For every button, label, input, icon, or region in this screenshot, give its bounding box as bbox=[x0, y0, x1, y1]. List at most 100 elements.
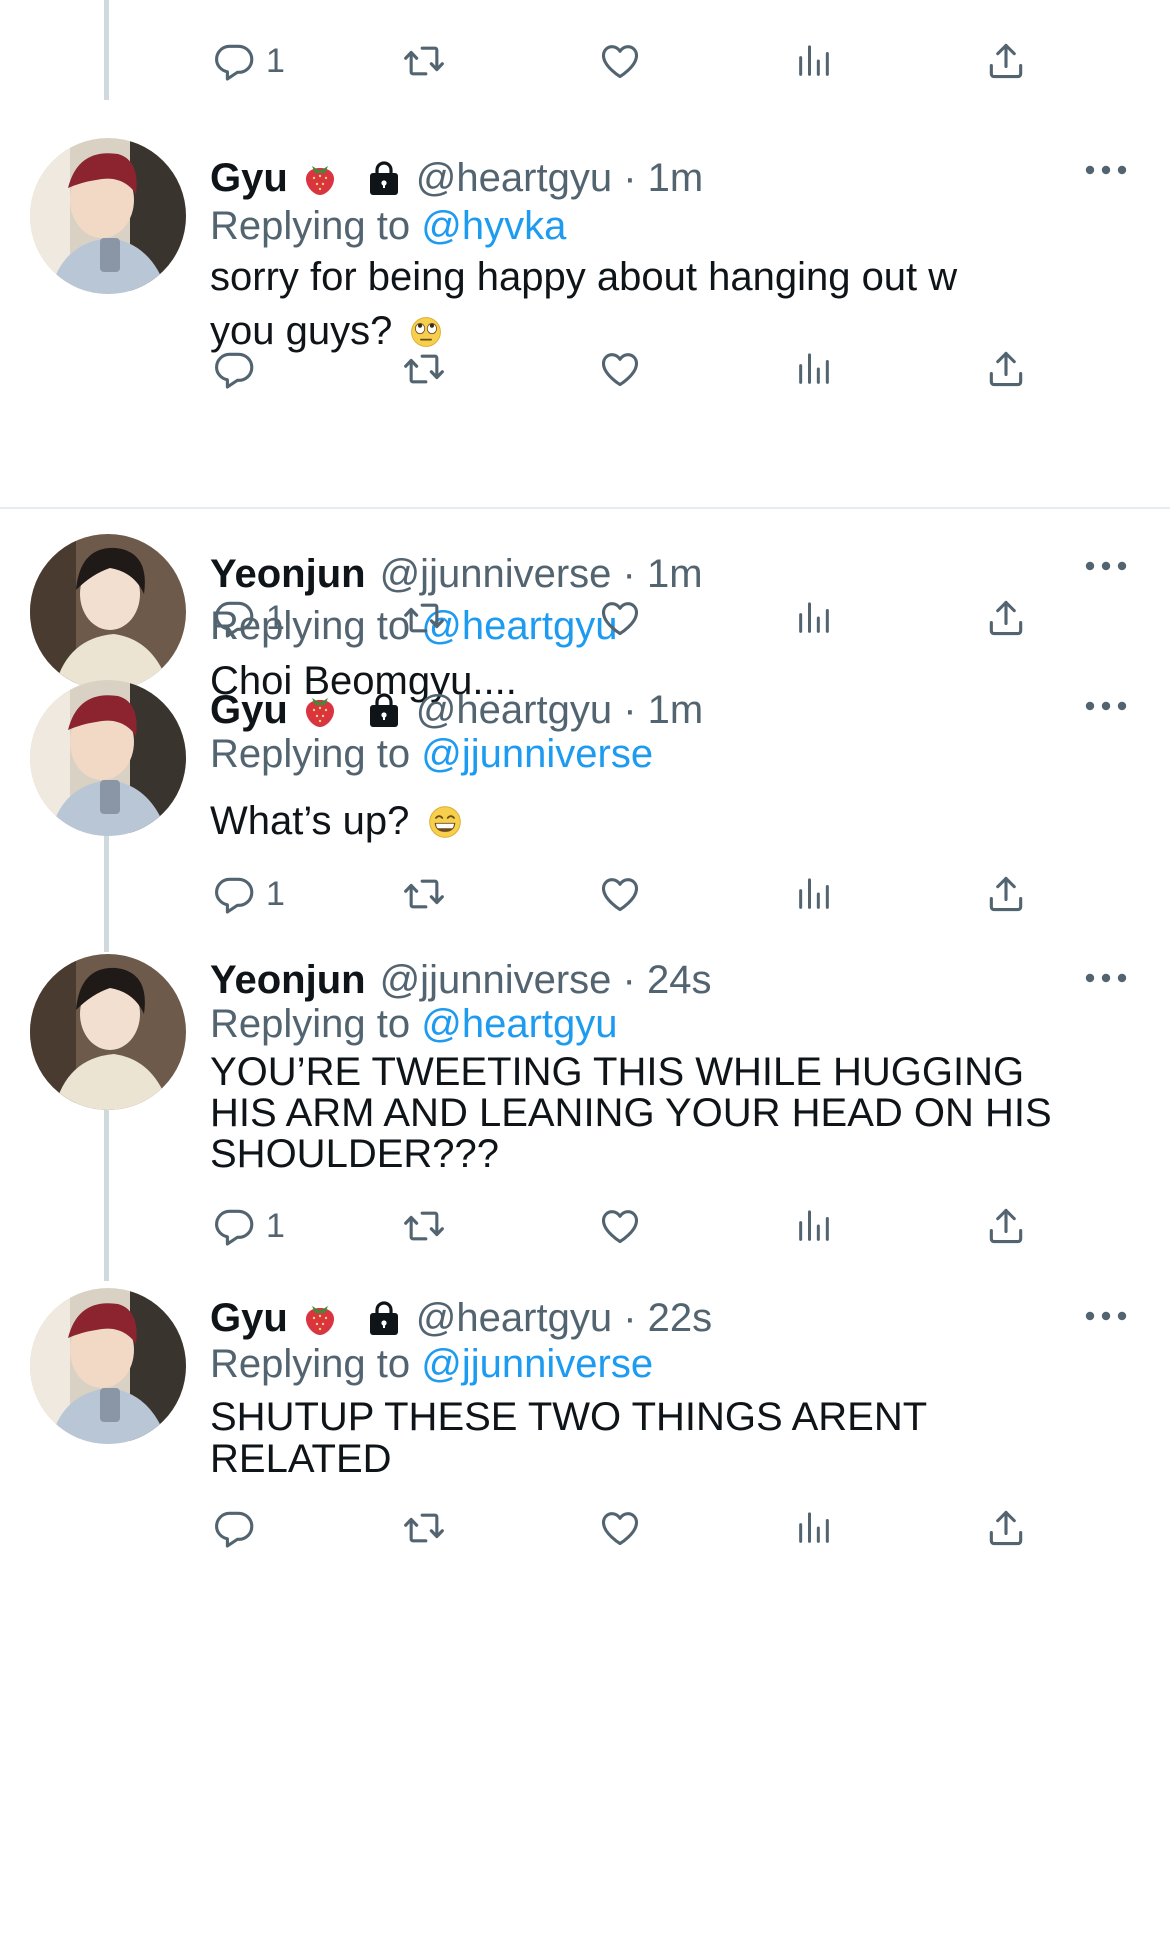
share-button[interactable] bbox=[984, 26, 1028, 96]
retweet-button[interactable] bbox=[402, 334, 446, 404]
share-icon bbox=[984, 872, 1028, 916]
divider bbox=[0, 507, 1170, 509]
tweet[interactable]: Yeonjun @jjunniverse · 24s Replying to @… bbox=[0, 946, 1170, 1186]
timestamp[interactable]: 1m bbox=[648, 156, 704, 201]
avatar[interactable] bbox=[30, 1288, 186, 1444]
retweet-button[interactable] bbox=[402, 859, 446, 929]
tweet-text: YOU’RE TWEETING THIS WHILE HUGGING HIS A… bbox=[210, 1052, 1110, 1175]
avatar-yeonjun-image bbox=[30, 954, 186, 1110]
like-button[interactable] bbox=[598, 583, 642, 653]
reply-icon bbox=[212, 872, 256, 916]
avatar[interactable] bbox=[30, 534, 186, 690]
avatar[interactable] bbox=[30, 680, 186, 836]
replying-to: Replying to @heartgyu bbox=[210, 998, 618, 1050]
share-icon bbox=[984, 1506, 1028, 1550]
reply-button[interactable]: 1 bbox=[212, 26, 285, 96]
separator-dot: · bbox=[612, 155, 648, 200]
views-button[interactable] bbox=[794, 1493, 834, 1563]
handle[interactable]: @heartgyu bbox=[416, 156, 612, 201]
reply-count: 1 bbox=[266, 41, 285, 80]
tweet[interactable]: Gyu @heartgyu · 22s Replying to @jjunniv… bbox=[0, 1282, 1170, 1502]
share-button[interactable] bbox=[984, 334, 1028, 404]
retweet-button[interactable] bbox=[402, 1493, 446, 1563]
share-icon bbox=[984, 347, 1028, 391]
separator-dot: · bbox=[612, 1295, 648, 1340]
replying-to-label: Replying to bbox=[210, 1342, 411, 1386]
like-button[interactable] bbox=[598, 26, 642, 96]
tweet[interactable]: Gyu @heartgyu · 1m Replying to @hyvka so… bbox=[0, 138, 1170, 508]
tweet-text-line: sorry for being happy about hanging out … bbox=[210, 255, 958, 299]
views-button[interactable] bbox=[794, 583, 834, 653]
like-button[interactable] bbox=[598, 1191, 642, 1261]
tweet-actions: 1 bbox=[200, 859, 1060, 929]
retweet-icon bbox=[402, 596, 446, 640]
more-icon[interactable] bbox=[1082, 162, 1130, 178]
stats-icon bbox=[794, 874, 834, 914]
avatar-gyu-image bbox=[30, 138, 186, 294]
lock-icon bbox=[364, 158, 404, 198]
views-button[interactable] bbox=[794, 1191, 834, 1261]
tweet-text-line: HIS ARM AND LEANING YOUR HEAD ON HIS bbox=[210, 1091, 1052, 1135]
more-icon[interactable] bbox=[1082, 1308, 1130, 1324]
avatar-yeonjun-image bbox=[30, 534, 186, 690]
views-button[interactable] bbox=[794, 859, 834, 929]
timestamp[interactable]: 22s bbox=[648, 1296, 713, 1341]
display-name[interactable]: Yeonjun bbox=[210, 958, 366, 1003]
tweet-actions bbox=[200, 334, 1060, 404]
heart-icon bbox=[598, 872, 642, 916]
replying-to-link[interactable]: @heartgyu bbox=[421, 1002, 617, 1046]
retweet-button[interactable] bbox=[402, 583, 446, 653]
strawberry-icon bbox=[300, 1298, 340, 1338]
display-name[interactable]: Gyu bbox=[210, 156, 288, 201]
strawberry-icon bbox=[300, 158, 340, 198]
retweet-icon bbox=[402, 1204, 446, 1248]
reply-count: 1 bbox=[266, 1206, 285, 1245]
heart-icon bbox=[598, 347, 642, 391]
handle[interactable]: @jjunniverse bbox=[380, 958, 612, 1003]
retweet-button[interactable] bbox=[402, 1191, 446, 1261]
share-icon bbox=[984, 1204, 1028, 1248]
replying-to-link[interactable]: @jjunniverse bbox=[421, 1342, 653, 1386]
like-button[interactable] bbox=[598, 859, 642, 929]
more-icon[interactable] bbox=[1082, 558, 1130, 574]
reply-button[interactable] bbox=[212, 334, 256, 404]
more-icon[interactable] bbox=[1082, 698, 1130, 714]
share-button[interactable] bbox=[984, 859, 1028, 929]
tweet-header: Gyu @heartgyu · 1m bbox=[210, 152, 703, 204]
handle[interactable]: @heartgyu bbox=[416, 1296, 612, 1341]
tweet[interactable]: Gyu @heartgyu · 1m Replying to @jjunnive… bbox=[0, 668, 1170, 868]
thread-line bbox=[104, 0, 109, 100]
share-button[interactable] bbox=[984, 1493, 1028, 1563]
tweet-header: Gyu @heartgyu · 22s bbox=[210, 1292, 712, 1344]
replying-to: Replying to @jjunniverse bbox=[210, 728, 653, 780]
reply-button[interactable]: 1 bbox=[212, 583, 285, 653]
share-button[interactable] bbox=[984, 583, 1028, 653]
replying-to-link[interactable]: @jjunniverse bbox=[421, 732, 653, 776]
views-button[interactable] bbox=[794, 26, 834, 96]
display-name[interactable]: Gyu bbox=[210, 1296, 288, 1341]
avatar-gyu-image bbox=[30, 1288, 186, 1444]
replying-to-label: Replying to bbox=[210, 732, 411, 776]
timestamp[interactable]: 1m bbox=[648, 688, 704, 733]
reply-icon bbox=[212, 347, 256, 391]
more-icon[interactable] bbox=[1082, 970, 1130, 986]
handle[interactable]: @heartgyu bbox=[416, 688, 612, 733]
avatar[interactable] bbox=[30, 954, 186, 1110]
reply-button[interactable] bbox=[212, 1493, 256, 1563]
display-name[interactable]: Gyu bbox=[210, 688, 288, 733]
timestamp[interactable]: 24s bbox=[647, 958, 712, 1003]
share-button[interactable] bbox=[984, 1191, 1028, 1261]
like-button[interactable] bbox=[598, 1493, 642, 1563]
retweet-button[interactable] bbox=[402, 26, 446, 96]
replying-to-link[interactable]: @hyvka bbox=[421, 204, 566, 248]
avatar[interactable] bbox=[30, 138, 186, 294]
reply-button[interactable]: 1 bbox=[212, 859, 285, 929]
reply-button[interactable]: 1 bbox=[212, 1191, 285, 1261]
tweet-actions: 1 bbox=[200, 1191, 1060, 1261]
like-button[interactable] bbox=[598, 334, 642, 404]
reply-count: 1 bbox=[266, 874, 285, 913]
views-button[interactable] bbox=[794, 334, 834, 404]
stats-icon bbox=[794, 1206, 834, 1246]
reply-icon bbox=[212, 1506, 256, 1550]
separator-dot: · bbox=[612, 687, 648, 732]
